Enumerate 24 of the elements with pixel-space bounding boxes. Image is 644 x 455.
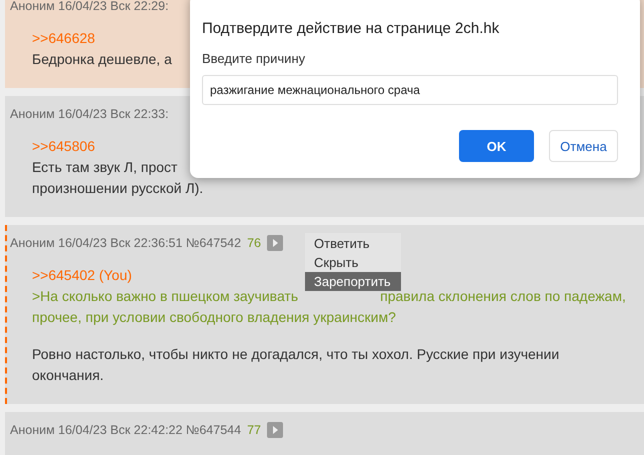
- prompt-label: Введите причину: [202, 51, 306, 66]
- menu-toggle-icon[interactable]: [266, 235, 283, 251]
- quote-text: >На сколько важно в пшецком заучивать: [32, 287, 298, 306]
- menu-item[interactable]: Ответить: [305, 234, 401, 253]
- post-header: Аноним 16/04/23 Вск 22:33:: [10, 107, 169, 121]
- post-text: Бедронка дешевле, а: [32, 50, 172, 69]
- reason-input-field[interactable]: разжигание межнационального срача: [202, 75, 618, 105]
- ok-button[interactable]: OK: [459, 130, 534, 162]
- post-header: Аноним 16/04/23 Вск 22:42:22 №647544: [10, 423, 242, 437]
- post-text: Есть там звук Л, прост: [32, 158, 178, 177]
- quote-text: прочее, при условии свободного владения украинским?: [32, 308, 396, 327]
- dialog-title: Подтвердите действие на странице 2ch.hk: [202, 20, 500, 37]
- quote-text: правила склонения слов по падежам,: [380, 288, 626, 306]
- reply-count: 77: [247, 423, 261, 437]
- menu-item[interactable]: Зарепортить: [305, 272, 401, 291]
- post-header: Аноним 16/04/23 Вск 22:29:: [10, 0, 169, 13]
- post-text: Ровно настолько, чтобы никто не догадался, что ты хохол. Русские при изучении: [32, 345, 560, 364]
- post-text: произношении русской Л).: [32, 179, 204, 198]
- menu-toggle-icon[interactable]: [266, 422, 283, 438]
- post-text: окончания.: [32, 366, 104, 385]
- cancel-button[interactable]: Отмена: [549, 130, 618, 162]
- reply-count: 76: [247, 236, 261, 250]
- post-header: Аноним 16/04/23 Вск 22:36:51 №647542: [10, 236, 242, 250]
- menu-item[interactable]: Скрыть: [305, 253, 401, 272]
